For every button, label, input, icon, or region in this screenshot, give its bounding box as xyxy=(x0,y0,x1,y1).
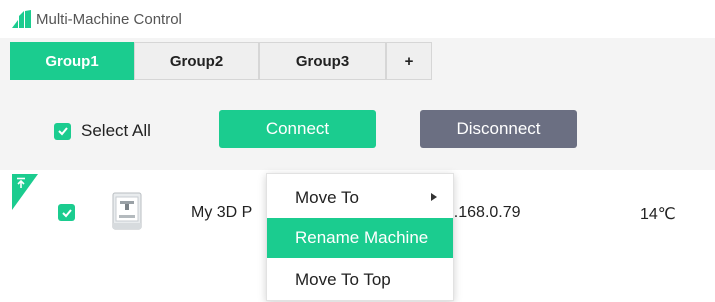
printer-image xyxy=(110,187,144,233)
menu-item-label: Rename Machine xyxy=(295,228,429,247)
group-tab-bar: Group1 Group2 Group3 + xyxy=(0,38,715,84)
context-menu: Move To Rename Machine Move To Top xyxy=(266,173,454,301)
app-logo-icon xyxy=(12,10,32,28)
select-all-control[interactable]: Select All xyxy=(54,121,151,141)
machine-checkbox[interactable] xyxy=(58,204,75,221)
tab-group1[interactable]: Group1 xyxy=(10,42,134,80)
machine-temperature: 14℃ xyxy=(640,206,676,223)
menu-item-move-to-top[interactable]: Move To Top xyxy=(267,260,453,300)
app-title: Multi-Machine Control xyxy=(36,11,182,28)
menu-item-label: Move To xyxy=(295,188,359,207)
tab-group2[interactable]: Group2 xyxy=(134,42,259,80)
select-all-label: Select All xyxy=(81,121,151,140)
machine-name: My 3D P xyxy=(191,204,253,221)
pin-to-top-icon xyxy=(15,176,27,188)
select-all-checkbox[interactable] xyxy=(54,122,71,140)
checkmark-icon xyxy=(61,208,72,217)
tab-group3[interactable]: Group3 xyxy=(259,42,386,80)
checkmark-icon xyxy=(57,127,68,136)
disconnect-button[interactable]: Disconnect xyxy=(420,110,577,148)
title-bar: Multi-Machine Control xyxy=(0,0,715,38)
menu-item-label: Move To Top xyxy=(295,270,391,289)
connect-button[interactable]: Connect xyxy=(219,110,376,148)
submenu-arrow-icon xyxy=(431,193,437,201)
toolbar: Select All Connect Disconnect xyxy=(0,84,715,170)
menu-item-move-to[interactable]: Move To xyxy=(267,178,453,218)
menu-item-rename-machine[interactable]: Rename Machine xyxy=(267,218,453,258)
add-group-button[interactable]: + xyxy=(386,42,432,80)
